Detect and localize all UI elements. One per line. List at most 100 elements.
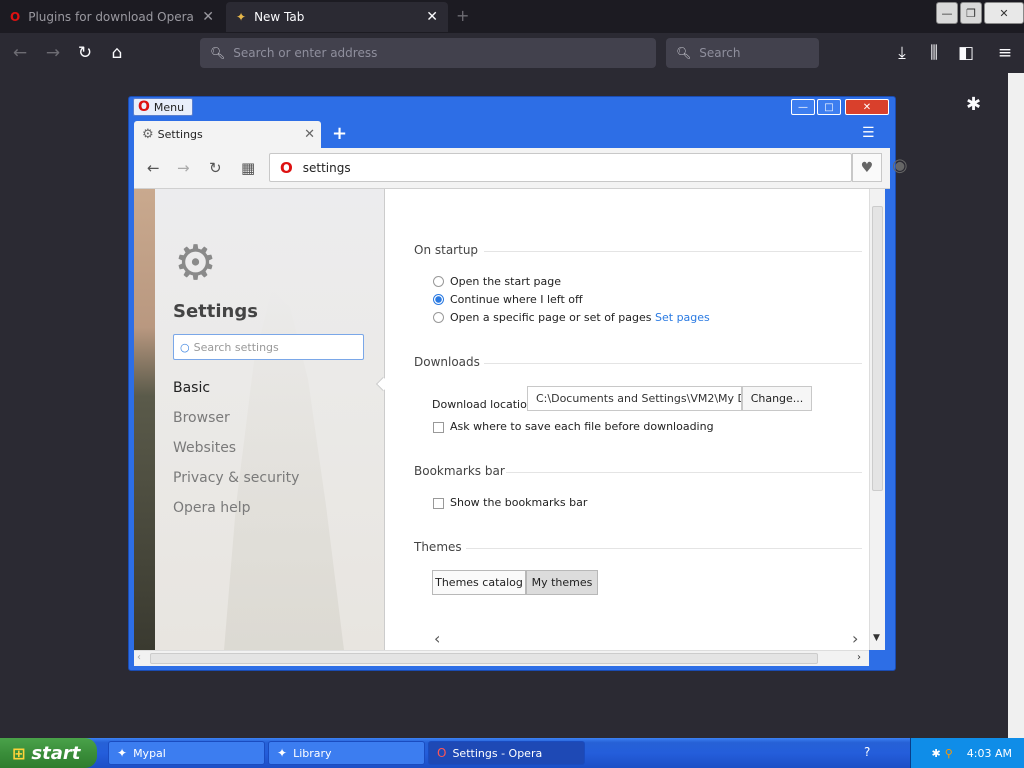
opera-window: O Menu — □ ✕ ⚙ Settings ✕ + ☰ ← → ↻ ▦ O … — [128, 96, 908, 671]
settings-gear-icon: ⚙ — [174, 235, 218, 291]
gear-icon: ⚙ — [142, 127, 154, 142]
carousel-next-icon[interactable]: › — [852, 629, 858, 648]
taskbar-item-label: Settings - Opera — [452, 746, 543, 760]
checkbox-ask-where-to-save[interactable] — [433, 422, 444, 433]
new-tab-button[interactable]: + — [456, 6, 469, 25]
hamburger-menu-icon[interactable]: ≡ — [991, 39, 1019, 67]
home-icon[interactable]: ⌂ — [103, 39, 131, 67]
opera-address-bar[interactable]: O settings — [269, 153, 852, 182]
opera-logo-icon: O — [138, 99, 150, 115]
sidebar-item-basic[interactable]: Basic — [173, 380, 210, 396]
library-icon[interactable]: ⫼ — [920, 39, 948, 67]
opera-maximize-button[interactable]: □ — [817, 99, 841, 115]
firefox-url-bar[interactable]: 🔍︎ Search or enter address — [200, 38, 656, 68]
vertical-scroll-thumb[interactable] — [872, 206, 883, 491]
forward-arrow-icon[interactable]: → — [177, 159, 190, 177]
download-location-field[interactable]: C:\Documents and Settings\VM2\My Docu — [527, 386, 742, 411]
firefox-tab-label: New Tab — [254, 10, 305, 24]
opera-close-button[interactable]: ✕ — [845, 99, 889, 115]
option-ask-where-to-save[interactable]: Ask where to save each file before downl… — [450, 420, 714, 433]
taskbar-item-settings-opera[interactable]: O Settings - Opera — [428, 741, 585, 765]
option-continue-where-left[interactable]: Continue where I left off — [450, 293, 583, 306]
firefox-tab-new-tab[interactable]: ✦ New Tab ✕ — [226, 2, 448, 32]
opera-new-tab-button[interactable]: + — [332, 123, 347, 144]
forward-arrow-icon[interactable]: → — [39, 39, 67, 67]
address-text: settings — [302, 160, 351, 175]
windows-logo-icon: ⊞ — [12, 743, 26, 763]
heart-icon[interactable]: ♥ — [852, 153, 882, 182]
firefox-search-bar[interactable]: 🔍︎ Search — [666, 38, 819, 68]
section-title-themes: Themes — [414, 540, 462, 554]
search-icon: 🔍︎ — [210, 46, 226, 60]
search-icon[interactable]: ⚲ — [945, 747, 953, 760]
library-icon: ✦ — [277, 746, 288, 760]
option-open-start-page[interactable]: Open the start page — [450, 275, 561, 288]
opera-minimize-button[interactable]: — — [791, 99, 815, 115]
taskbar-item-mypal[interactable]: ✦ Mypal — [108, 741, 265, 765]
settings-page: ⚙ Settings ○ Search settings Basic Brows… — [134, 189, 878, 650]
radio-continue-where-left[interactable] — [433, 294, 444, 305]
section-divider — [466, 548, 862, 549]
back-arrow-icon[interactable]: ← — [147, 159, 160, 177]
sidebar-item-privacy-security[interactable]: Privacy & security — [173, 470, 299, 486]
firefox-tab-plugins[interactable]: O Plugins for download Opera ✕ — [0, 2, 224, 32]
section-title-bookmarks-bar: Bookmarks bar — [414, 464, 505, 478]
close-icon[interactable]: ✕ — [304, 127, 315, 142]
close-icon[interactable]: ✕ — [426, 9, 438, 25]
sidebar-item-opera-help[interactable]: Opera help — [173, 500, 251, 516]
my-themes-button[interactable]: My themes — [526, 570, 598, 595]
option-open-specific-pages[interactable]: Open a specific page or set of pages Set… — [450, 311, 710, 324]
change-download-location-button[interactable]: Change... — [742, 386, 812, 411]
scroll-left-arrow-icon[interactable]: ‹ — [137, 652, 141, 663]
close-icon[interactable]: ✕ — [202, 9, 214, 25]
themes-catalog-button[interactable]: Themes catalog — [432, 570, 526, 595]
settings-search-input[interactable]: ○ Search settings — [173, 334, 364, 360]
opera-tab-settings[interactable]: ⚙ Settings ✕ — [134, 121, 321, 148]
search-icon: 🔍︎ — [676, 46, 692, 60]
scroll-right-arrow-icon[interactable]: › — [857, 652, 861, 663]
window-close-button[interactable]: ✕ — [984, 2, 1024, 24]
option-show-bookmarks-bar[interactable]: Show the bookmarks bar — [450, 496, 587, 509]
firefox-scrollbar[interactable] — [1008, 73, 1024, 738]
help-icon[interactable]: ? — [864, 745, 870, 759]
downloads-icon[interactable]: ⤓ — [888, 39, 916, 67]
reload-icon[interactable]: ↻ — [71, 39, 99, 67]
sidebar-item-browser[interactable]: Browser — [173, 410, 230, 426]
section-divider — [484, 251, 862, 252]
firefox-nav-bar: ← → ↻ ⌂ 🔍︎ Search or enter address 🔍︎ Se… — [0, 33, 1024, 73]
sidebar-icon[interactable]: ◧ — [952, 39, 980, 67]
user-account-icon[interactable]: ◉ — [892, 155, 908, 176]
customize-gear-icon[interactable]: ✱ — [966, 94, 981, 115]
opera-tab-label: Settings — [157, 128, 203, 141]
radio-open-specific-pages[interactable] — [433, 312, 444, 323]
system-tray: ✱ ⚲ 4:03 AM — [910, 738, 1024, 768]
horizontal-scroll-thumb[interactable] — [150, 653, 818, 664]
search-icon: ○ — [180, 340, 190, 354]
tray-icon[interactable]: ✱ — [932, 747, 941, 760]
settings-title: Settings — [173, 301, 258, 322]
radio-open-start-page[interactable] — [433, 276, 444, 287]
opera-vertical-scrollbar[interactable]: ▼ — [869, 189, 885, 650]
sidebar-item-websites[interactable]: Websites — [173, 440, 236, 456]
set-pages-link[interactable]: Set pages — [655, 311, 710, 324]
windows-taskbar: ⊞ start ✦ Mypal ✦ Library O Settings - O… — [0, 738, 1024, 768]
back-arrow-icon[interactable]: ← — [6, 39, 34, 67]
opera-menu-button[interactable]: O Menu — [133, 98, 193, 116]
opera-horizontal-scrollbar[interactable]: ‹ › — [134, 650, 869, 666]
download-location-label: Download location: — [432, 398, 538, 411]
carousel-prev-icon[interactable]: ‹ — [434, 629, 440, 648]
minimize-button[interactable]: — — [936, 2, 958, 24]
firefox-tab-bar: O Plugins for download Opera ✕ ✦ New Tab… — [0, 0, 1024, 33]
scroll-down-arrow-icon[interactable]: ▼ — [873, 633, 880, 643]
restore-button[interactable]: ❐ — [960, 2, 982, 24]
speed-dial-grid-icon[interactable]: ▦ — [241, 159, 255, 177]
option-open-specific-pages-label: Open a specific page or set of pages — [450, 311, 652, 324]
checkbox-show-bookmarks-bar[interactable] — [433, 498, 444, 509]
taskbar-item-library[interactable]: ✦ Library — [268, 741, 425, 765]
tab-menu-icon[interactable]: ☰ — [862, 125, 875, 141]
taskbar-item-label: Mypal — [133, 746, 166, 760]
reload-icon[interactable]: ↻ — [209, 159, 222, 177]
taskbar-item-label: Library — [293, 746, 332, 760]
start-button[interactable]: ⊞ start — [0, 738, 97, 768]
settings-main-panel: On startup Open the start page Continue … — [386, 189, 872, 650]
